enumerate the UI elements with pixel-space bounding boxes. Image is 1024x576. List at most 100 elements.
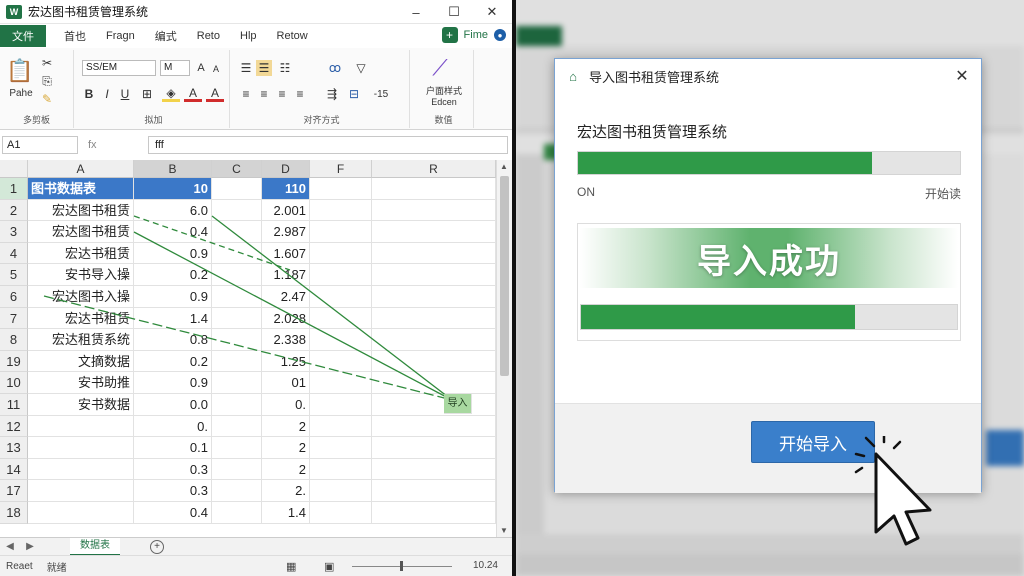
fx-icon[interactable]: fx [88,139,148,151]
text-highlight-icon[interactable]: A [206,86,224,102]
paste-label[interactable]: Pahe [6,86,36,100]
formula-input[interactable]: fff [148,136,508,154]
page-layout-icon[interactable]: ▣ [324,560,334,573]
tab-help[interactable]: Hlp [230,30,267,42]
font-size-select[interactable]: M [160,60,190,76]
progress-left-label: ON [577,185,595,199]
title-bar: W 宏达图书租赁管理系统 – ☐ ✕ [0,0,512,24]
minimize-button[interactable]: – [398,0,434,24]
alignment-group-label: 对齐方式 [303,115,340,125]
tab-view[interactable]: Retow [267,30,318,42]
formula-bar: A1 fx fff [0,134,512,156]
add-sheet-button[interactable]: + [150,539,164,554]
cut-icon[interactable]: ✂ [40,56,54,70]
align-right-icon[interactable]: ≡ [274,86,290,102]
font-color-icon[interactable]: A [184,86,202,102]
align-bottom-icon[interactable]: ☷ [276,60,294,76]
grow-font-icon[interactable]: A [194,60,208,76]
import-dialog: ⌂ 导入图书租赁管理系统 ✕ 宏达图书租赁管理系统 ON 开始读 导入成功 开始… [554,58,982,493]
name-box[interactable]: A1 [2,136,78,154]
tab-home[interactable]: 首也 [54,28,96,44]
styles-group-label: 数值 [434,115,453,125]
number-format-select[interactable]: -15 [366,86,396,102]
menu-bar: 文件 首也 Fragn 编式 Reto Hlp Retow + Fime ● [0,24,512,48]
normal-view-icon[interactable]: ▦ [286,560,296,573]
scroll-down-icon[interactable]: ▼ [500,526,508,535]
copy-icon[interactable]: ⎘ [40,74,54,88]
connector-lines [43,215,453,401]
status-bar: Reaet 就绪 ▦ ▣ 10.24 [0,555,512,576]
scroll-up-icon[interactable]: ▲ [500,162,508,171]
styles-group: ⟋ 户面样式 Edcen 数值 [414,50,474,128]
wrap-text-icon[interactable]: ▽ [352,60,370,76]
share-icon[interactable]: + [441,27,458,43]
account-icon[interactable]: ● [494,29,506,41]
import-screen: ⌂ 导入图书租赁管理系统 ✕ 宏达图书租赁管理系统 ON 开始读 导入成功 开始… [516,0,1024,576]
sheet-tab-bar: ◀ ▶ 数据表 + [0,537,512,556]
align-top-icon[interactable]: ☰ [238,60,254,76]
styles-label[interactable]: 户面样式 [416,84,472,96]
progress-bar-main-fill [578,152,873,174]
tab-review[interactable]: Reto [187,30,230,42]
callout-cell[interactable]: 导入 [444,394,472,414]
spreadsheet-grid[interactable]: A B C D F R 1 图书数据表 10 110 2 宏达图书租赁 6.0 2.001 3 宏… [0,160,496,537]
shrink-font-icon[interactable]: A [210,62,222,76]
dialog-title: 导入图书租赁管理系统 [589,69,720,85]
clipboard-group-label: 多剪板 [22,115,50,125]
font-name-select[interactable]: SS/EM [82,60,156,76]
click-cursor-icon [854,436,932,546]
bold-button[interactable]: B [82,86,96,102]
sheet-tab-active[interactable]: 数据表 [70,537,120,556]
progress-right-label: 开始读 [924,187,961,201]
success-banner: 导入成功 [580,228,958,288]
align-left-icon[interactable]: ≡ [238,86,254,102]
ribbon: 📋 Pahe ✂ ⎘ ✎ 多剪板 SS/EM M A A B I U ⊞ ◈ A… [0,48,512,130]
zoom-level[interactable]: 10.24 [473,560,498,571]
tab-insert[interactable]: Fragn [96,30,145,42]
alignment-group: ☰ ☰ ☷ ꝏ ▽ ≡ ≡ ≡ ≡ ⇶ ⊟ -15 对齐方式 [234,50,410,128]
file-tab[interactable]: 文件 [0,25,46,47]
status-mode: Reaet [6,560,33,572]
align-center-icon[interactable]: ≡ [256,86,272,102]
align-middle-icon[interactable]: ☰ [256,60,272,76]
zoom-slider-knob[interactable] [400,561,403,571]
next-sheet-icon[interactable]: ▶ [20,541,40,552]
align-justify-icon[interactable]: ≡ [292,86,308,102]
maximize-button[interactable]: ☐ [436,0,472,24]
status-extra: 就绪 [46,562,67,574]
tab-format[interactable]: 编式 [145,28,187,44]
vertical-scrollbar[interactable]: ▲ ▼ [496,160,512,537]
paste-icon[interactable]: 📋 [6,56,33,86]
styles-icon[interactable]: ⟋ [426,54,454,82]
dialog-close-button[interactable]: ✕ [953,67,971,85]
font-group-label: 拟加 [144,115,163,125]
underline-button[interactable]: U [118,86,132,102]
success-text: 导入成功 [697,242,841,281]
orientation-icon[interactable]: ꝏ [326,60,344,76]
scrollbar-thumb[interactable] [500,176,509,376]
connector-line [43,295,453,401]
connector-line [133,231,453,401]
result-panel: 导入成功 [577,223,961,341]
connector-line [211,215,453,401]
fill-color-icon[interactable]: ◈ [162,86,180,102]
format-painter-icon[interactable]: ✎ [40,92,54,106]
progress-bar-secondary [580,304,958,330]
merge-icon[interactable]: ⊟ [346,86,362,102]
spreadsheet-window: W 宏达图书租赁管理系统 – ☐ ✕ 文件 首也 Fragn 编式 Reto H… [0,0,512,576]
indent-icon[interactable]: ⇶ [322,86,342,102]
share-label[interactable]: Fime [464,29,488,41]
connector-line [133,215,291,271]
dialog-logo-icon: ⌂ [569,68,577,84]
window-title: 宏达图书租赁管理系统 [28,5,149,19]
styles-sub-label[interactable]: Edcen [416,96,472,108]
italic-button[interactable]: I [100,86,114,102]
clipboard-group: 📋 Pahe ✂ ⎘ ✎ 多剪板 [0,50,74,128]
prev-sheet-icon[interactable]: ◀ [0,541,20,552]
app-logo-icon: W [6,4,22,19]
close-button[interactable]: ✕ [474,0,510,24]
dialog-title-bar: ⌂ 导入图书租赁管理系统 ✕ [555,59,981,93]
progress-bar-main [577,151,961,175]
borders-icon[interactable]: ⊞ [138,86,156,102]
progress-bar-secondary-fill [581,305,856,329]
